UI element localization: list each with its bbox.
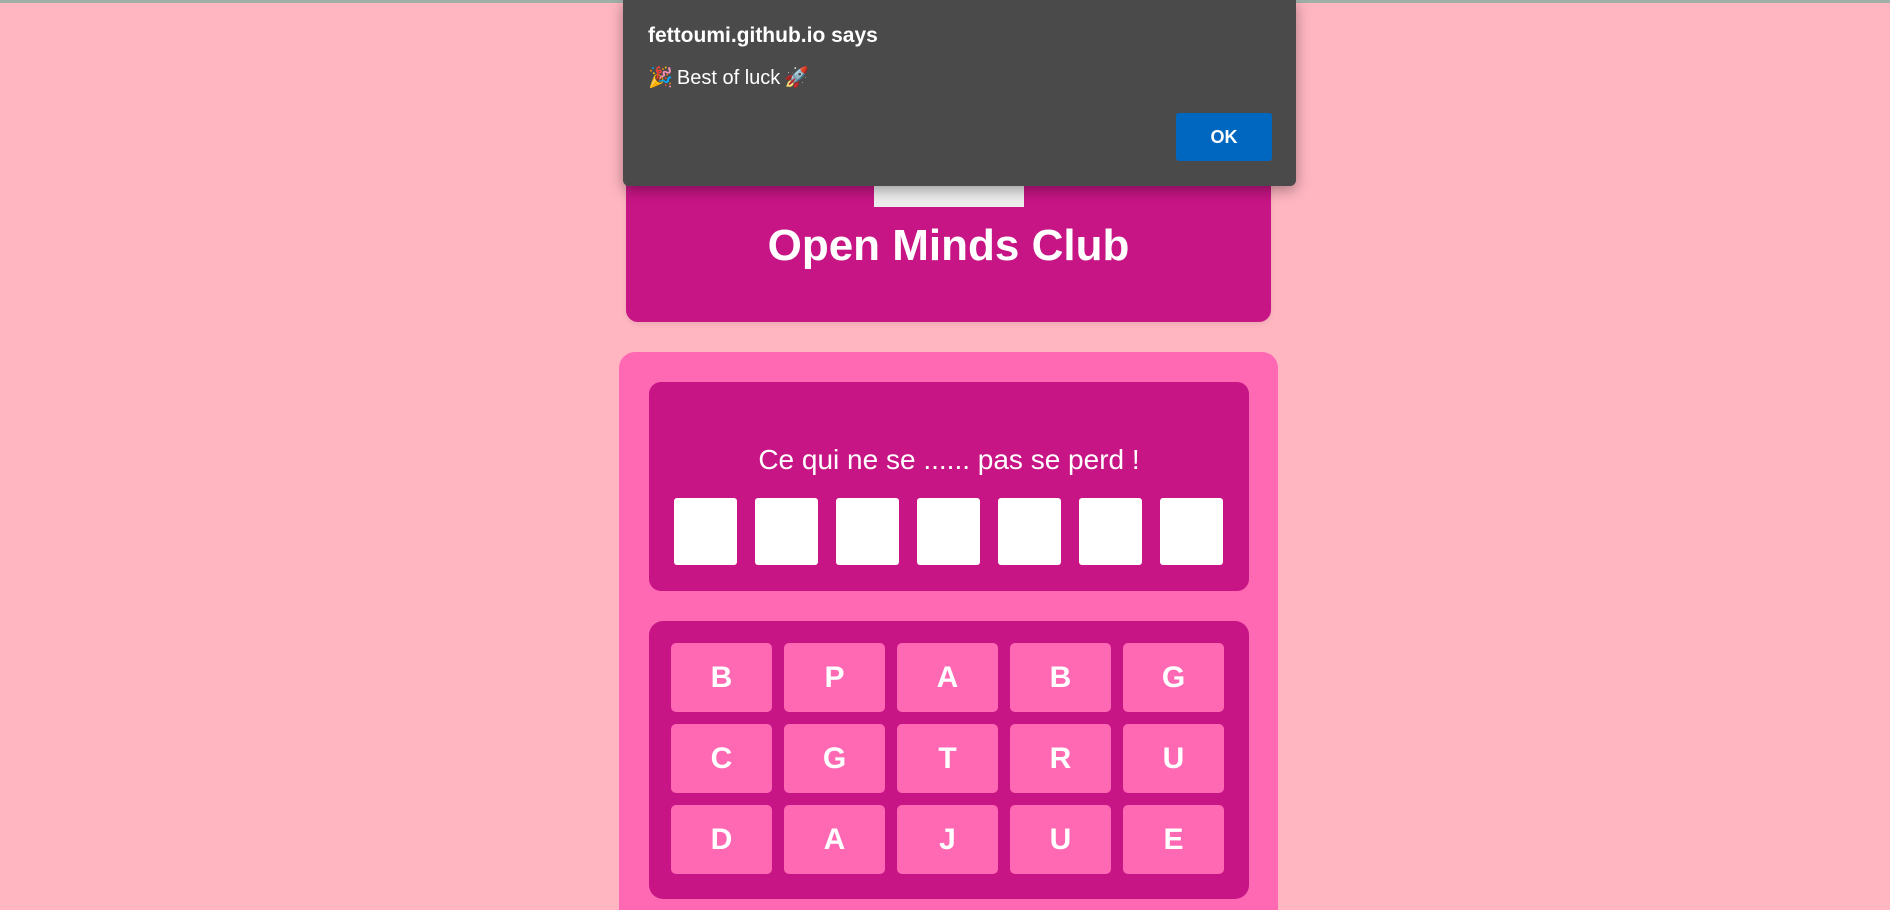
answer-row [674,498,1223,565]
letter-tile[interactable]: E [1123,805,1224,874]
letter-tile[interactable]: U [1123,724,1224,793]
letter-tile[interactable]: C [671,724,772,793]
letters-panel: B P A B G C G T R U D A J U E [649,621,1249,899]
answer-slot[interactable] [1160,498,1223,565]
rocket-icon: 🚀 [784,67,810,89]
letter-tile[interactable]: T [897,724,998,793]
answer-slot[interactable] [1079,498,1142,565]
letter-tile[interactable]: B [671,643,772,712]
letter-tile[interactable]: G [1123,643,1224,712]
letter-tile[interactable]: A [897,643,998,712]
club-title: Open Minds Club [767,221,1130,270]
answer-slot[interactable] [755,498,818,565]
puzzle-panel: Ce qui ne se ...... pas se perd ! [649,382,1249,591]
ok-button[interactable]: OK [1176,113,1272,161]
clue-text: Ce qui ne se ...... pas se perd ! [758,444,1140,475]
letter-tile[interactable]: P [784,643,885,712]
alert-dialog: fettoumi.github.io says 🎉 Best of luck 🚀… [623,0,1296,186]
letters-grid: B P A B G C G T R U D A J U E [671,643,1224,874]
dialog-message-text: Best of luck [676,67,781,89]
letter-tile[interactable]: G [784,724,885,793]
dialog-title: fettoumi.github.io says [648,24,878,47]
dialog-message: 🎉 Best of luck 🚀 [648,65,809,91]
letter-tile[interactable]: R [1010,724,1111,793]
answer-slot[interactable] [674,498,737,565]
letter-tile[interactable]: B [1010,643,1111,712]
answer-slot[interactable] [998,498,1061,565]
page: Open Minds Club Ce qui ne se ...... pas … [0,0,1890,910]
party-popper-icon: 🎉 [648,67,673,89]
letter-tile[interactable]: A [784,805,885,874]
letter-tile[interactable]: D [671,805,772,874]
answer-slot[interactable] [836,498,899,565]
answer-slot[interactable] [917,498,980,565]
game-card: Ce qui ne se ...... pas se perd ! B P A … [619,352,1278,910]
letter-tile[interactable]: U [1010,805,1111,874]
letter-tile[interactable]: J [897,805,998,874]
